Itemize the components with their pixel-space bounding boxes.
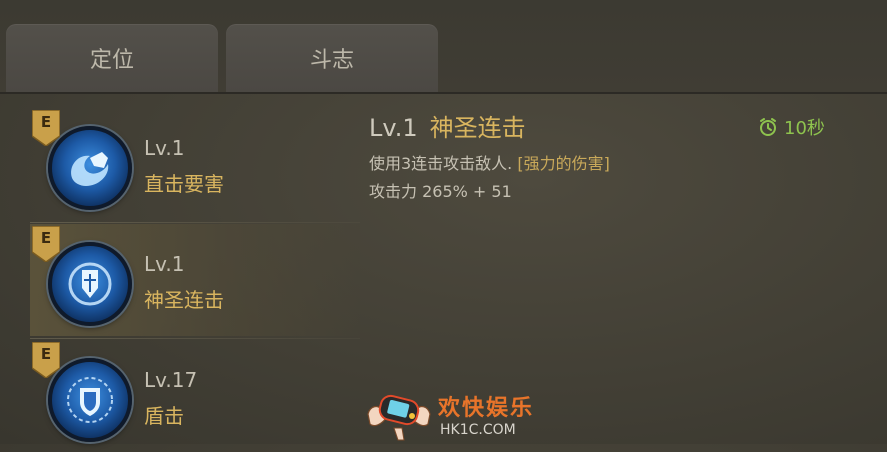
fist-swirl-icon — [48, 126, 132, 210]
skill-name: 神圣连击 — [144, 288, 224, 312]
watermark-site: HK1C.COM — [440, 422, 516, 438]
game-controller-hands-icon — [367, 394, 431, 441]
skill-level: Lv.1 — [144, 252, 185, 276]
skill-level: Lv.17 — [144, 368, 198, 392]
description-tag: [强力的伤害] — [517, 154, 610, 173]
detail-skill-name: 神圣连击 — [429, 114, 526, 142]
skill-detail-title: Lv.1 神圣连击 — [369, 108, 526, 143]
grade-badge: E — [32, 342, 60, 378]
holy-cross-shield-icon — [48, 242, 132, 326]
skill-description: 使用3连击攻击敌人. [强力的伤害] — [369, 150, 610, 174]
grade-badge: E — [32, 226, 60, 262]
description-text: 使用3连击攻击敌人. — [369, 154, 518, 173]
skill-list: E Lv.1 直击要害 E Lv.1 神圣连击 E Lv.17 盾击 — [30, 108, 360, 444]
grade-badge: E — [32, 110, 60, 146]
watermark-title: 欢快娱乐 — [438, 396, 535, 421]
tab-morale[interactable]: 斗志 — [226, 24, 438, 92]
tab-label: 斗志 — [309, 48, 354, 73]
skill-item-selected[interactable]: E Lv.1 神圣连击 — [30, 224, 360, 336]
detail-level: Lv.1 — [369, 114, 418, 142]
shield-sun-icon — [48, 358, 132, 442]
separator — [30, 338, 360, 339]
skill-name: 盾击 — [144, 404, 184, 428]
alarm-clock-icon — [760, 118, 776, 136]
skill-level: Lv.1 — [144, 136, 185, 160]
skill-name: 直击要害 — [144, 172, 224, 196]
tab-positioning[interactable]: 定位 — [6, 24, 218, 92]
skill-damage: 攻击力 265% + 51 — [369, 182, 512, 201]
cooldown-indicator: 10秒 — [758, 114, 825, 140]
separator — [30, 222, 360, 223]
divider — [0, 92, 887, 94]
cooldown-text: 10秒 — [784, 118, 825, 139]
skill-item[interactable]: E Lv.17 盾击 — [30, 340, 360, 452]
tab-label: 定位 — [89, 48, 134, 73]
skill-item[interactable]: E Lv.1 直击要害 — [30, 108, 360, 220]
